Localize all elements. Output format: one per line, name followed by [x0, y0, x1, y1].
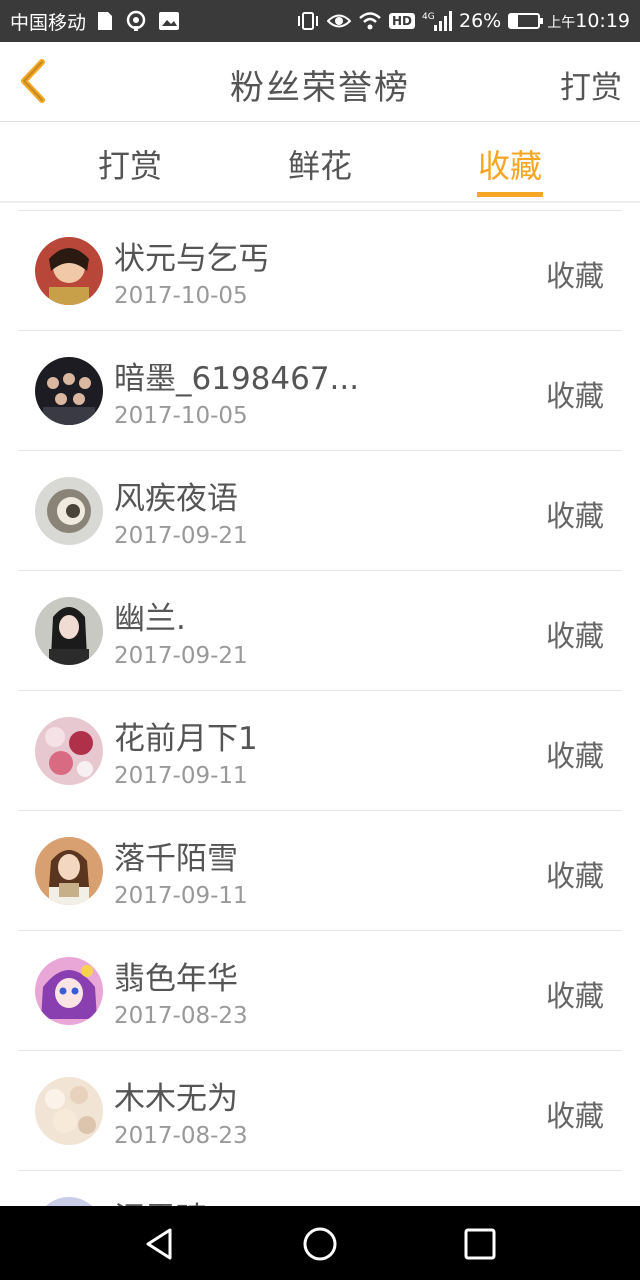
- date: 2017-09-11: [114, 883, 248, 909]
- list-item[interactable]: 翡色年华 2017-08-23 收藏: [18, 931, 622, 1051]
- list-item[interactable]: 幽兰. 2017-09-21 收藏: [18, 571, 622, 691]
- page-title: 粉丝荣誉榜: [230, 68, 410, 108]
- list-item[interactable]: 花前月下1 2017-09-11 收藏: [18, 691, 622, 811]
- network-type: 4G: [422, 12, 435, 22]
- list-item[interactable]: 状元与乞丐 2017-10-05 收藏: [18, 211, 622, 331]
- user-name: 汨雪琦: [114, 1193, 207, 1206]
- user-name: 状元与乞丐: [114, 241, 269, 277]
- date: 2017-08-23: [114, 1003, 248, 1029]
- user-name: 木木无为: [114, 1081, 238, 1117]
- signal-icon: 4G: [422, 10, 452, 32]
- avatar: [35, 957, 103, 1025]
- clock: 10:19: [575, 10, 630, 32]
- navigation-bar: [0, 1206, 640, 1280]
- user-name: 幽兰.: [114, 601, 186, 637]
- avatar: [35, 717, 103, 785]
- action-label: 收藏: [545, 259, 604, 293]
- reward-button[interactable]: 打赏: [560, 62, 622, 107]
- list-item[interactable]: 风疾夜语 2017-09-21 收藏: [18, 451, 622, 571]
- nav-recents-button[interactable]: [460, 1224, 500, 1264]
- carrier-label: 中国移动: [10, 11, 87, 34]
- avatar: [35, 837, 103, 905]
- action-label: 收藏: [545, 379, 604, 413]
- image-icon: [158, 11, 180, 31]
- date: 2017-10-05: [114, 403, 248, 429]
- battery-icon: [508, 13, 544, 29]
- list-item[interactable]: 木木无为 2017-08-23 收藏: [18, 1051, 622, 1171]
- nav-back-button[interactable]: [140, 1224, 180, 1264]
- avatar: [35, 477, 103, 545]
- nav-home-button[interactable]: [300, 1224, 340, 1264]
- ampm-label: 上午: [547, 15, 576, 31]
- triangle-back-icon: [146, 1228, 172, 1260]
- date: 2017-09-21: [114, 523, 248, 549]
- action-label: 收藏: [545, 1099, 604, 1133]
- date: 2017-08-23: [114, 1123, 248, 1149]
- square-recents-icon: [464, 1228, 496, 1260]
- user-name: 风疾夜语: [114, 481, 238, 517]
- list-item[interactable]: 汨雪琦: [18, 1171, 622, 1206]
- avatar: [35, 357, 103, 425]
- sim-card-icon: [96, 10, 114, 32]
- date: 2017-09-21: [114, 643, 248, 669]
- action-label: 收藏: [545, 499, 604, 533]
- eye-icon: [326, 12, 351, 30]
- tab-favorites[interactable]: 收藏: [450, 141, 570, 187]
- circle-home-icon: [303, 1227, 337, 1261]
- user-name: 暗墨_6198467...: [114, 361, 360, 397]
- header: 粉丝荣誉榜 打赏: [0, 42, 640, 122]
- user-name: 翡色年华: [114, 961, 238, 997]
- action-label: 收藏: [545, 979, 604, 1013]
- status-bar: 中国移动 HD 4G 26% 上午10:19: [0, 0, 640, 42]
- vibrate-icon: [296, 11, 320, 31]
- wifi-icon: [358, 12, 382, 30]
- date: 2017-09-11: [114, 763, 248, 789]
- battery-percent: 26%: [459, 10, 502, 32]
- avatar: [35, 1197, 103, 1206]
- tab-bar: 打赏 鲜花 收藏: [0, 123, 640, 203]
- active-tab-indicator: [477, 192, 543, 197]
- user-name: 花前月下1: [114, 721, 258, 757]
- date: 2017-10-05: [114, 283, 248, 309]
- fan-list[interactable]: 状元与乞丐 2017-10-05 收藏 暗墨_6198467... 2017-1…: [18, 210, 622, 1206]
- tab-reward[interactable]: 打赏: [70, 141, 190, 187]
- action-label: 收藏: [545, 619, 604, 653]
- action-label: 收藏: [545, 739, 604, 773]
- action-label: 收藏: [545, 859, 604, 893]
- list-item[interactable]: 落千陌雪 2017-09-11 收藏: [18, 811, 622, 931]
- hd-badge: HD: [388, 13, 415, 29]
- avatar: [35, 597, 103, 665]
- list-item[interactable]: 暗墨_6198467... 2017-10-05 收藏: [18, 331, 622, 451]
- hotspot-icon: [124, 10, 148, 32]
- avatar: [35, 1077, 103, 1145]
- avatar: [35, 237, 103, 305]
- tab-flowers[interactable]: 鲜花: [260, 141, 380, 187]
- user-name: 落千陌雪: [114, 841, 238, 877]
